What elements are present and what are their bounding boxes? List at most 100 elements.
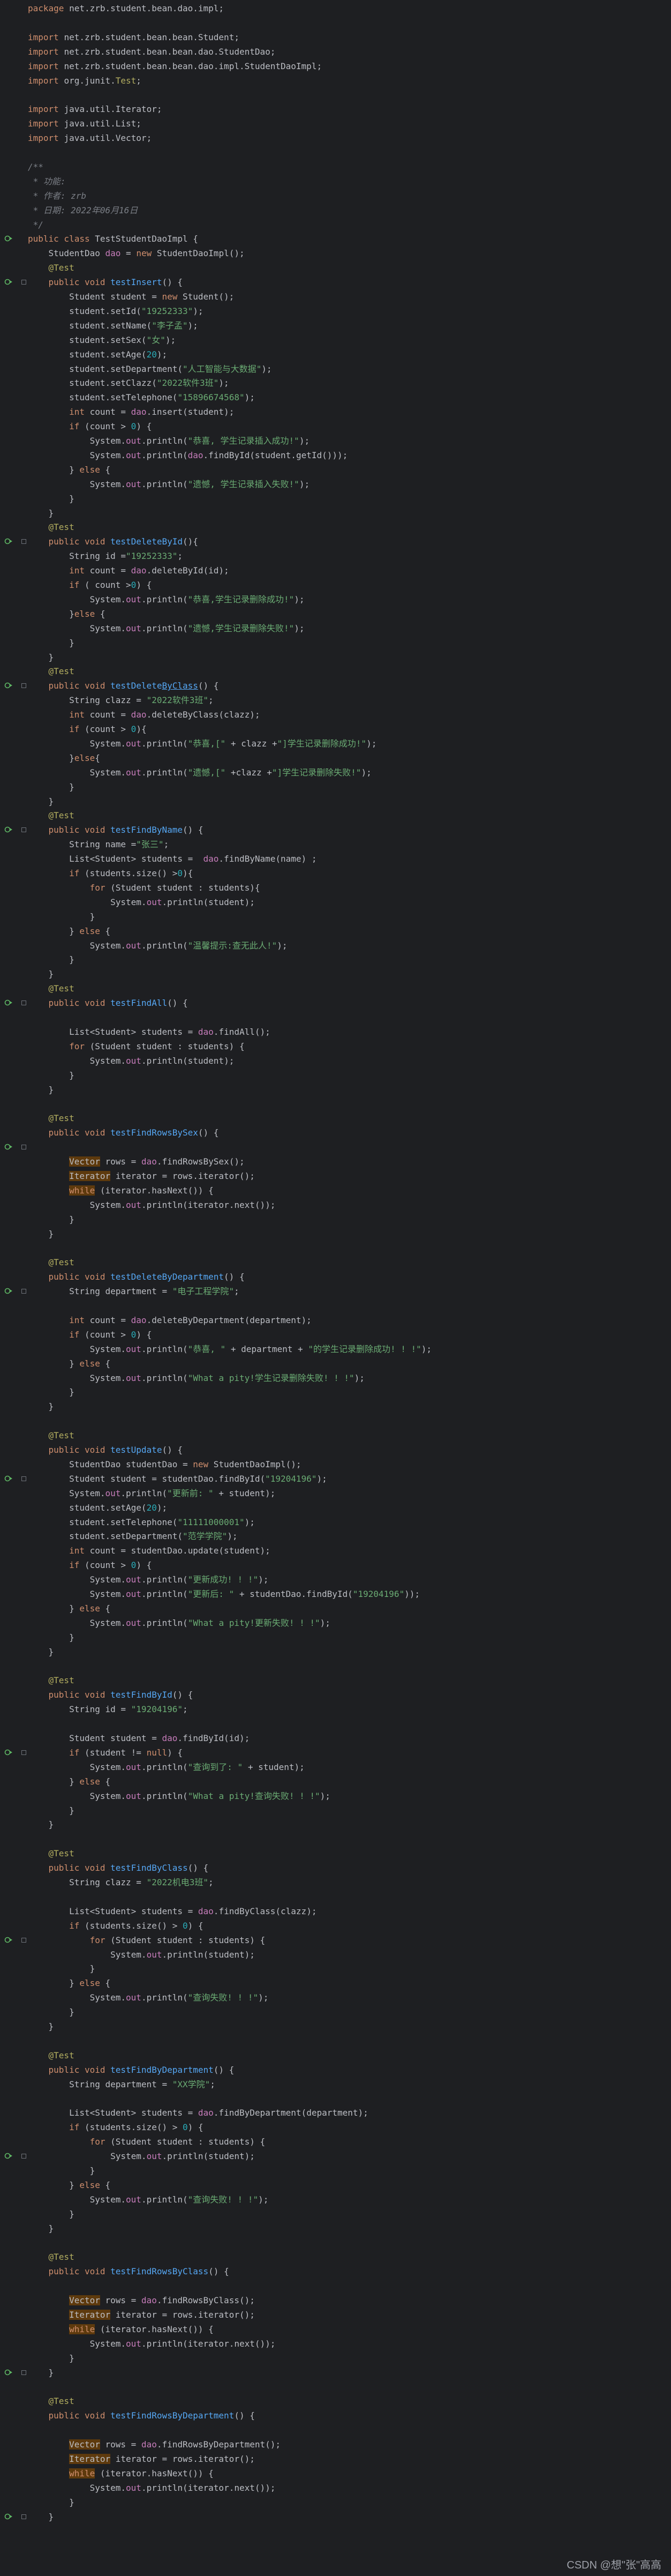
run-test-icon[interactable] (4, 1748, 13, 1757)
run-test-icon[interactable] (4, 825, 13, 834)
code-token: count = (89, 1315, 131, 1325)
code-token: java.util.Iterator; (64, 104, 162, 115)
code-line: int count = dao.deleteByDepartment(depar… (28, 1313, 312, 1327)
code-line: @Test (28, 520, 74, 534)
code-token: ) { (136, 1560, 152, 1571)
run-test-icon[interactable] (4, 998, 13, 1007)
code-token: { (105, 2179, 111, 2190)
code-line: String department = "XX学院"; (28, 2077, 215, 2092)
code-line: } (28, 1399, 54, 1414)
code-token: if (28, 1920, 85, 1931)
run-test-icon[interactable] (4, 537, 13, 546)
fold-marker[interactable] (21, 539, 26, 544)
code-editor[interactable]: package net.zrb.student.bean.dao.impl; im… (0, 0, 671, 2576)
code-line: List<Student> students = dao.findByClass… (28, 1904, 316, 1918)
run-test-icon[interactable] (4, 1287, 13, 1295)
code-token: } (28, 1632, 74, 1642)
code-token: .println( (141, 479, 188, 489)
code-token: @Test (28, 983, 74, 994)
code-token: System. (28, 1761, 126, 1772)
fold-marker[interactable] (21, 827, 26, 833)
code-line: } (28, 636, 74, 650)
code-token: .findById(id); (177, 1733, 250, 1743)
code-token: out (105, 1488, 121, 1498)
run-test-icon[interactable] (4, 681, 13, 690)
code-line: } (28, 2495, 74, 2510)
code-token: .findRowsByClass(); (156, 2295, 255, 2306)
fold-marker[interactable] (21, 1289, 26, 1294)
fold-marker[interactable] (21, 1000, 26, 1006)
fold-marker[interactable] (21, 2154, 26, 2159)
code-token: } (28, 752, 74, 763)
code-token: } (28, 2208, 74, 2219)
code-token: import (28, 61, 64, 71)
code-token: org.junit. (64, 75, 116, 86)
code-token: () { (162, 1445, 183, 1455)
code-token: .deleteByDepartment(department); (146, 1315, 312, 1325)
code-token: ); (218, 378, 229, 389)
code-token: .deleteByClass(clazz); (146, 710, 260, 720)
code-token: System. (28, 2151, 147, 2162)
code-token: .println(student); (141, 1055, 235, 1066)
run-test-icon[interactable] (4, 1936, 13, 1944)
code-token: net.zrb.student.bean.bean.Student; (64, 32, 239, 42)
run-test-icon[interactable] (4, 278, 13, 286)
code-line: Student student = studentDao.findById("1… (28, 1472, 327, 1486)
code-token: dao (198, 2108, 214, 2118)
code-token: iterator = rows.iterator(); (110, 2310, 255, 2320)
code-token: dao (198, 1906, 214, 1916)
code-token: .println( (141, 1589, 188, 1599)
code-line: }else { (28, 607, 105, 621)
code-token: "What a pity!学生记录删除失败! ! !" (187, 1372, 355, 1383)
code-token: testFindRowsBySex (110, 1128, 198, 1138)
code-token: } (28, 493, 74, 504)
fold-marker[interactable] (21, 280, 26, 285)
code-token: int (28, 1315, 90, 1325)
code-token: testFindByClass (110, 1863, 188, 1873)
code-token: } (28, 2179, 80, 2190)
code-token: out (126, 767, 141, 778)
run-test-icon[interactable] (4, 1143, 13, 1151)
fold-marker[interactable] (21, 1476, 26, 1481)
code-token: ); (156, 1502, 168, 1513)
code-line: System.out.println("温馨提示:查无此人!"); (28, 938, 288, 953)
code-token: (Student student : students) { (89, 1041, 245, 1051)
code-token: else (79, 925, 105, 936)
code-line: System.out.println(dao.findById(student.… (28, 448, 348, 462)
code-token: import (28, 75, 64, 86)
code-token: Student(); (182, 292, 235, 302)
csdn-watermark: CSDN @想"张"高高 (567, 2559, 661, 2571)
run-test-icon[interactable] (4, 2152, 13, 2160)
code-token: out (146, 897, 162, 907)
fold-marker[interactable] (21, 1145, 26, 1150)
code-token: String name = (28, 839, 137, 850)
code-token: else (79, 2179, 105, 2190)
fold-marker[interactable] (21, 2514, 26, 2519)
code-line: } (28, 2510, 54, 2524)
code-line: @Test (28, 1255, 74, 1270)
run-test-icon[interactable] (4, 2368, 13, 2377)
code-line: } (28, 1803, 74, 1818)
code-token: .println( (141, 594, 188, 604)
run-test-icon[interactable] (4, 1474, 13, 1483)
code-token: out (126, 2338, 141, 2349)
code-token: dao (187, 450, 203, 460)
code-token: .println( (141, 1790, 188, 1801)
fold-marker[interactable] (21, 2370, 26, 2375)
fold-marker[interactable] (21, 1937, 26, 1943)
code-token: System. (28, 1372, 126, 1383)
code-token: } (28, 1358, 80, 1369)
code-token: ); (320, 1617, 330, 1628)
code-line: } else { (28, 924, 110, 938)
run-test-icon[interactable] (4, 2512, 13, 2521)
fold-marker[interactable] (21, 1750, 26, 1755)
code-token: () { (172, 1690, 193, 1700)
run-test-icon[interactable] (4, 234, 13, 243)
code-token: testFindRowsByDepartment (110, 2410, 235, 2421)
code-token: out (126, 1617, 141, 1628)
fold-marker[interactable] (21, 683, 26, 689)
code-token: "张三" (136, 839, 164, 850)
code-token: out (126, 738, 141, 749)
code-token: System. (28, 594, 126, 604)
code-token: Iterator (69, 2310, 111, 2320)
